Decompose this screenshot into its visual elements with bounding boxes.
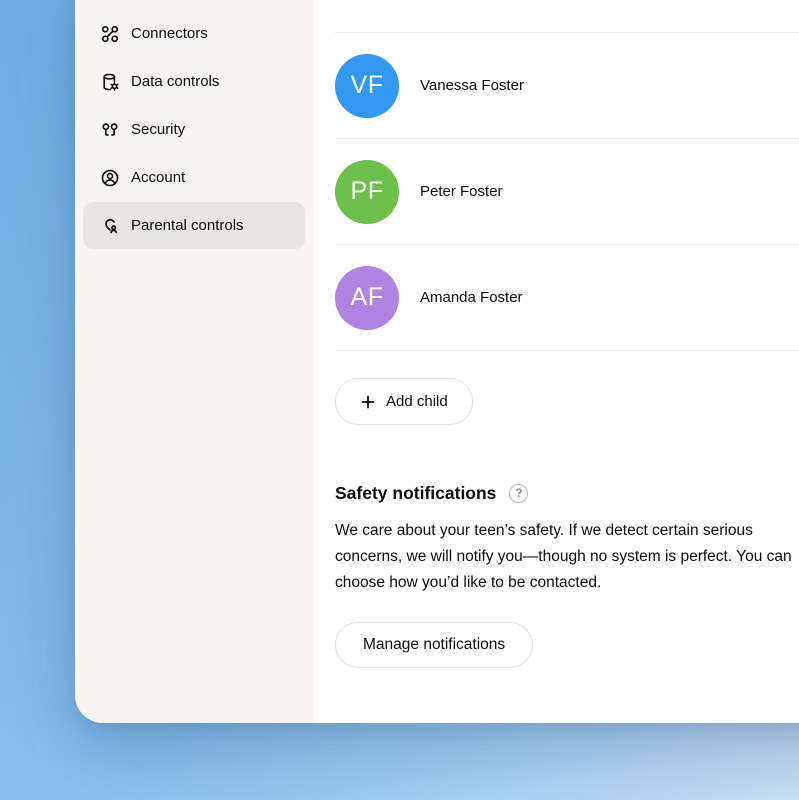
user-circle-icon [99, 167, 121, 189]
avatar: VF [335, 54, 399, 118]
member-name: Amanda Foster [420, 289, 523, 306]
member-row[interactable]: AF Amanda Foster [335, 245, 799, 351]
member-name: Peter Foster [420, 183, 503, 200]
sidebar-item-connectors[interactable]: Connectors [83, 10, 305, 57]
family-member-list: VF Vanessa Foster PF Peter Foster AF Ama… [335, 32, 799, 351]
sidebar-item-label: Account [131, 169, 185, 186]
sidebar-item-parental-controls[interactable]: Parental controls [83, 202, 305, 249]
settings-dialog: Connectors Dat [75, 0, 799, 723]
add-child-button[interactable]: Add child [335, 378, 473, 425]
sidebar-item-security[interactable]: Security [83, 106, 305, 153]
manage-notifications-label: Manage notifications [363, 636, 505, 654]
database-gear-icon [99, 71, 121, 93]
connectors-icon [99, 23, 121, 45]
description-line: We care about your teen’s safety. If we … [335, 518, 799, 544]
settings-sidebar: Connectors Dat [75, 0, 313, 723]
sidebar-item-label: Security [131, 121, 185, 138]
plus-icon [360, 394, 376, 410]
sidebar-item-account[interactable]: Account [83, 154, 305, 201]
parental-controls-panel: VF Vanessa Foster PF Peter Foster AF Ama… [313, 0, 799, 723]
question-circle-icon[interactable]: ? [509, 484, 528, 503]
heart-person-icon [99, 215, 121, 237]
member-row[interactable]: PF Peter Foster [335, 139, 799, 245]
description-line: choose how you’d like to be contacted. [335, 570, 799, 596]
member-name: Vanessa Foster [420, 77, 524, 94]
safety-notifications-header: Safety notifications ? [335, 483, 799, 504]
manage-notifications-button[interactable]: Manage notifications [335, 622, 533, 668]
sidebar-item-data-controls[interactable]: Data controls [83, 58, 305, 105]
sidebar-item-label: Parental controls [131, 217, 244, 234]
keys-icon [99, 119, 121, 141]
add-child-label: Add child [386, 393, 448, 410]
desktop-background: Connectors Dat [0, 0, 799, 800]
description-line: concerns, we will notify you—though no s… [335, 544, 799, 570]
sidebar-item-label: Connectors [131, 25, 208, 42]
section-title: Safety notifications [335, 483, 496, 504]
safety-description: We care about your teen’s safety. If we … [335, 518, 799, 596]
sidebar-item-label: Data controls [131, 73, 219, 90]
avatar: PF [335, 160, 399, 224]
member-row[interactable]: VF Vanessa Foster [335, 33, 799, 139]
avatar: AF [335, 266, 399, 330]
